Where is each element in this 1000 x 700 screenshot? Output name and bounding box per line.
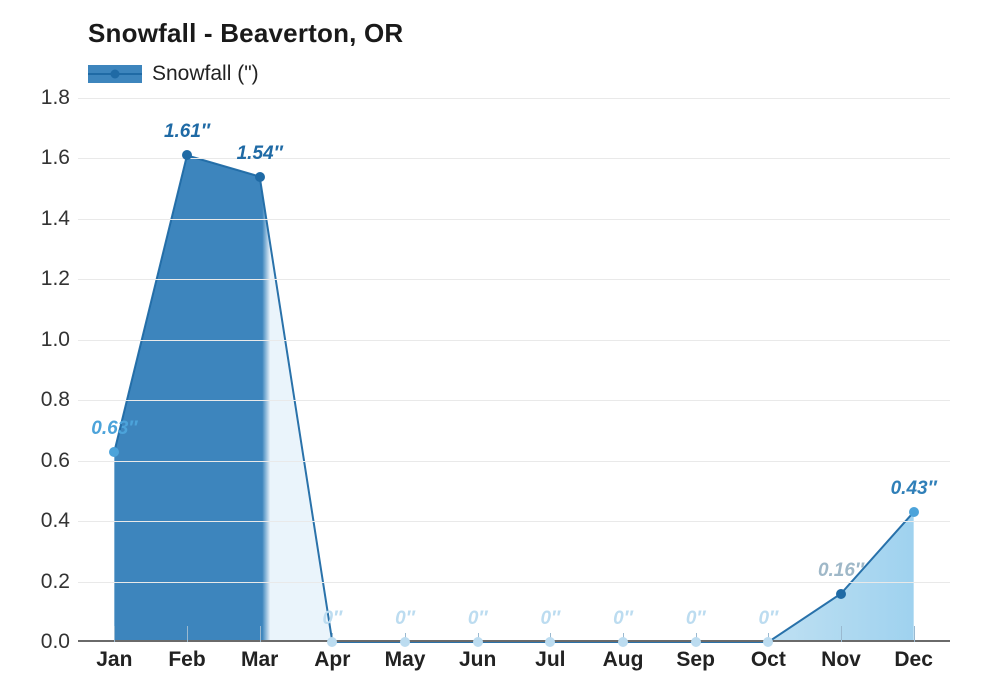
- data-label: 0″: [540, 608, 561, 629]
- data-point[interactable]: [763, 637, 774, 647]
- area-fill: [114, 155, 914, 642]
- y-axis-tick-label: 0.0: [40, 630, 70, 653]
- chart-container: Snowfall - Beaverton, OR Snowfall (") 0.…: [0, 0, 1000, 700]
- x-axis-tick-label: May: [384, 648, 426, 671]
- x-axis-tick-label: Feb: [168, 648, 206, 671]
- x-axis-tick-label: Jun: [458, 648, 497, 671]
- gridline: [78, 98, 950, 99]
- legend-marker-icon: [110, 69, 120, 79]
- x-axis-tick-label: Dec: [894, 648, 933, 671]
- y-axis-tick-label: 1.4: [40, 206, 70, 230]
- x-axis-tick-mark: [114, 626, 116, 642]
- gridline: [78, 339, 950, 341]
- y-axis-tick-label: 0.6: [40, 448, 70, 472]
- y-axis-tick-label: 1.6: [40, 146, 70, 170]
- data-label: 0″: [322, 608, 343, 629]
- data-point[interactable]: [618, 637, 628, 647]
- x-axis-tick-label: Oct: [750, 648, 786, 671]
- x-axis-tick-label: Apr: [314, 648, 351, 671]
- x-axis-tick-label: Sep: [676, 648, 715, 671]
- data-label: 1.54″: [236, 142, 283, 164]
- data-point[interactable]: [908, 507, 919, 518]
- data-point[interactable]: [400, 637, 410, 647]
- y-axis-tick-label: 1.0: [40, 327, 70, 351]
- data-point[interactable]: [545, 637, 556, 647]
- data-point[interactable]: [690, 637, 701, 647]
- data-label: 1.61″: [163, 121, 211, 143]
- chart-legend[interactable]: Snowfall ("): [88, 60, 259, 88]
- gridline: [78, 279, 950, 281]
- gridline: [78, 400, 950, 402]
- data-point[interactable]: [182, 150, 192, 161]
- gridline: [78, 581, 950, 583]
- x-axis-line: [78, 640, 950, 642]
- y-axis-tick-label: 0.4: [40, 509, 70, 533]
- x-axis-tick-mark: [841, 626, 842, 642]
- data-point[interactable]: [472, 637, 483, 647]
- data-point[interactable]: [109, 446, 120, 457]
- x-axis-tick-label: Jul: [535, 648, 566, 671]
- data-label: 0.63″: [91, 417, 138, 439]
- x-axis-tick-mark: [913, 626, 915, 642]
- data-label: 0″: [685, 608, 706, 629]
- data-point[interactable]: [327, 637, 338, 647]
- y-axis-tick-label: 0.2: [40, 569, 70, 593]
- x-axis-tick-label: Aug: [602, 648, 644, 671]
- data-label: 0.43″: [890, 478, 937, 500]
- data-label: 0″: [467, 608, 488, 629]
- data-label: 0″: [395, 608, 415, 629]
- y-axis-tick-label: 1.8: [40, 86, 70, 109]
- data-label: 0″: [613, 608, 633, 629]
- data-label: 0″: [758, 608, 779, 629]
- gridline: [78, 521, 950, 523]
- data-label: 0.16″: [817, 559, 865, 581]
- gridline: [78, 158, 950, 160]
- x-axis-tick-label: Mar: [240, 648, 279, 671]
- x-axis-tick-label: Nov: [821, 648, 861, 671]
- page-title: Snowfall - Beaverton, OR: [88, 18, 404, 48]
- x-axis-tick-mark: [259, 626, 261, 642]
- data-point[interactable]: [836, 588, 846, 599]
- legend-label-snowfall: Snowfall ("): [152, 62, 259, 85]
- legend-swatch-snowfall: [88, 65, 142, 83]
- y-axis-tick-label: 1.2: [40, 267, 70, 291]
- y-axis-tick-label: 0.8: [40, 388, 70, 412]
- x-axis-tick-mark: [187, 626, 188, 642]
- gridline: [78, 460, 950, 462]
- data-point[interactable]: [254, 171, 265, 182]
- gridline: [78, 218, 950, 220]
- x-axis-tick-label: Jan: [96, 648, 133, 671]
